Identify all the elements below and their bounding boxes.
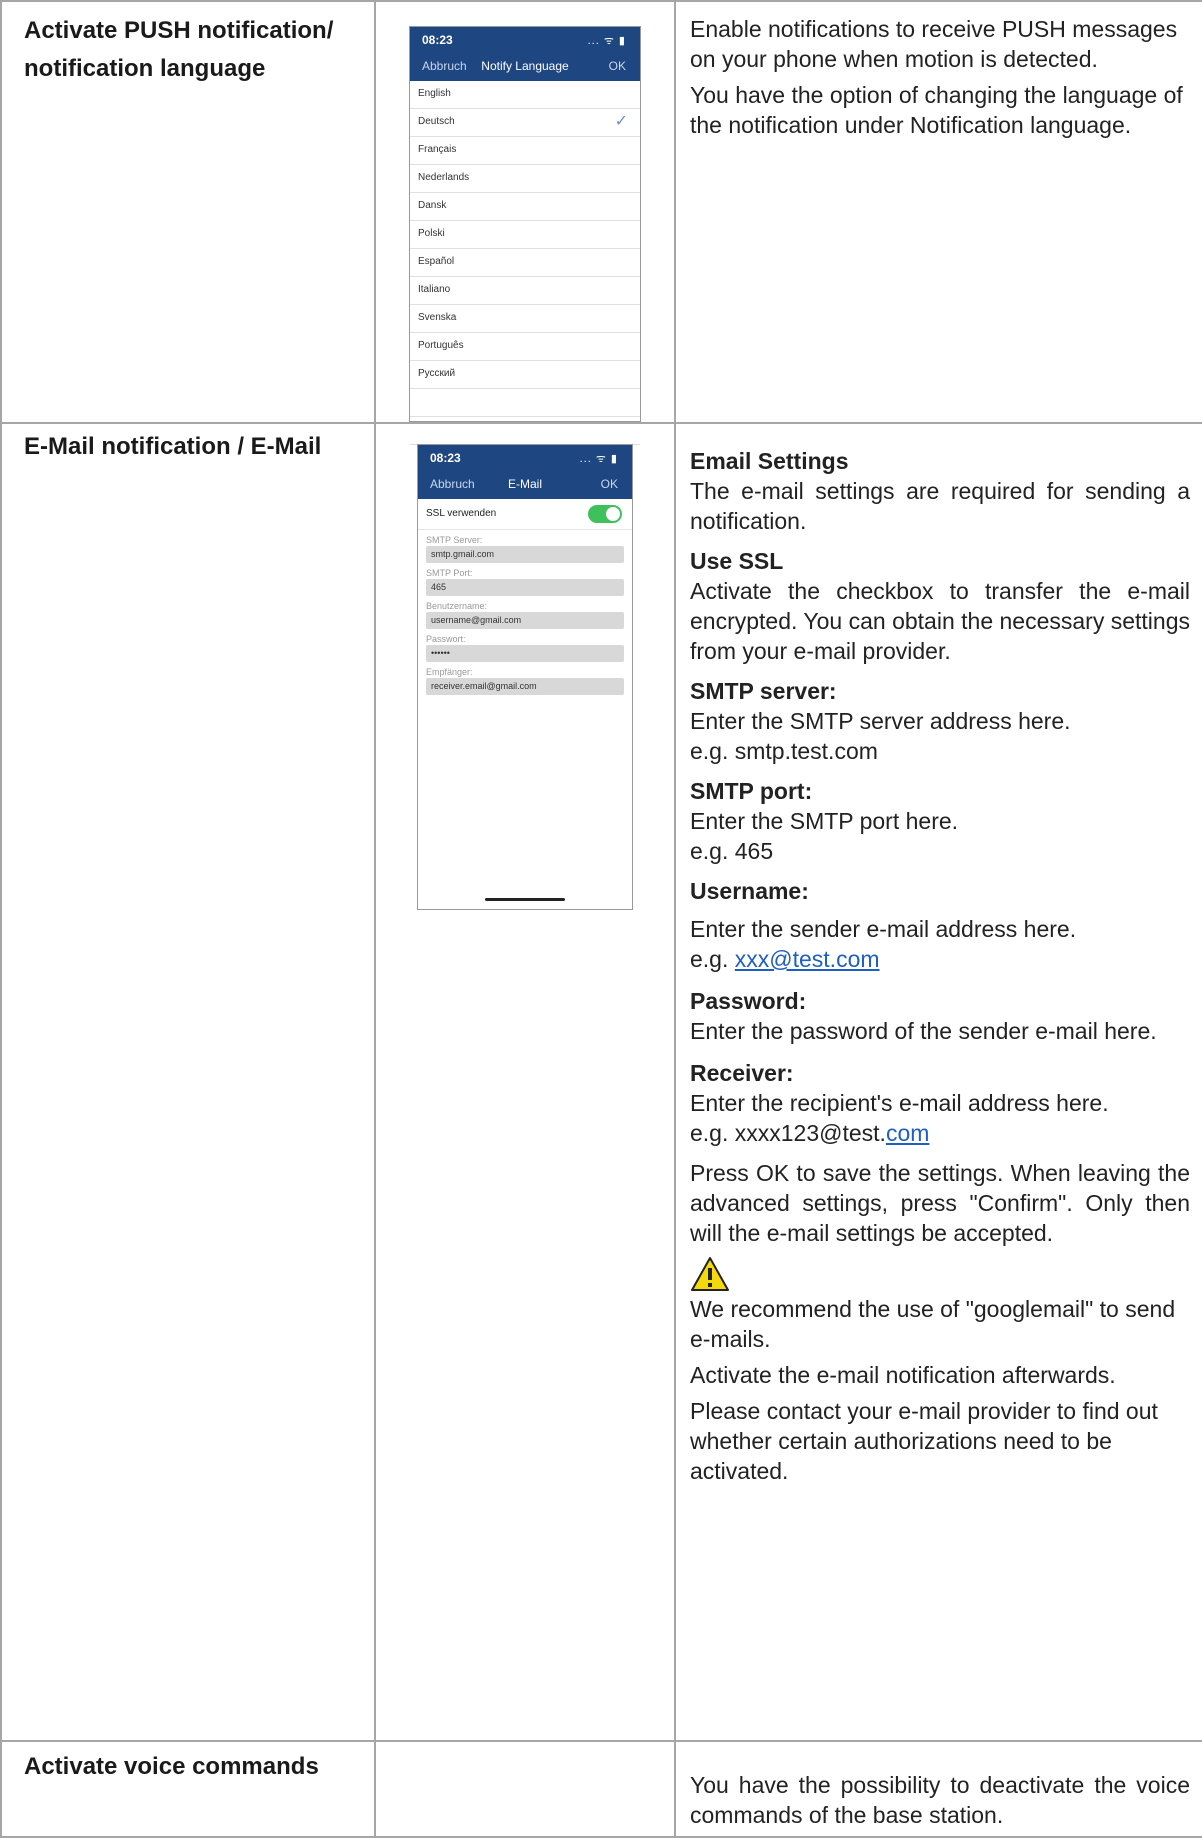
home-indicator: [485, 898, 565, 901]
language-label: Nederlands: [418, 172, 470, 183]
language-item[interactable]: Dansk: [410, 193, 640, 221]
field-label: SMTP Server:: [426, 535, 483, 545]
username-heading: Username:: [690, 878, 809, 904]
language-item[interactable]: English: [410, 81, 640, 109]
ssl-text: Activate the checkbox to transfer the e-…: [690, 578, 1190, 664]
field-input[interactable]: username@gmail.com: [426, 612, 624, 629]
language-label: Português: [418, 340, 464, 351]
phone-screenshot-email: 08:23 ... ᯤ ▮ Abbruch E-Mail OK SSL verw…: [417, 444, 633, 910]
language-list: English Deutsch ✓ Français Nederlands Dansk Po…: [410, 81, 640, 389]
field-label: SMTP Port:: [426, 568, 473, 578]
language-item[interactable]: Polski: [410, 221, 640, 249]
table-row-voice: Activate voice commands You have the pos…: [0, 1740, 1202, 1838]
field-input[interactable]: 465: [426, 579, 624, 596]
language-label: English: [418, 88, 451, 99]
row-label-email: E-Mail notification / E-Mail: [0, 422, 376, 1742]
username-text: Enter the sender e-mail address here.: [690, 916, 1077, 942]
activate-text: Activate the e-mail notification afterwa…: [690, 1362, 1116, 1388]
phone-screenshot-language: 08:23 ... ᯤ ▮ Abbruch Notify Language OK…: [409, 26, 641, 445]
language-label: Español: [418, 256, 455, 267]
voice-desc: You have the possibility to deactivate t…: [690, 1772, 1190, 1828]
smtp-port-example: e.g. 465: [690, 838, 774, 864]
voice-label-text: Activate voice commands: [24, 1753, 319, 1780]
phone-time: 08:23: [430, 451, 461, 465]
ok-button[interactable]: OK: [601, 477, 618, 491]
field-input[interactable]: ••••••: [426, 645, 624, 662]
language-item[interactable]: Deutsch ✓: [410, 109, 640, 137]
username-example-link[interactable]: xxx@test.com: [735, 946, 880, 972]
ssl-label: SSL verwenden: [426, 508, 497, 519]
language-label: Svenska: [418, 312, 457, 323]
description-push: Enable notifications to receive PUSH mes…: [674, 0, 1202, 424]
smtp-port-heading: SMTP port:: [690, 778, 813, 804]
receiver-example-link[interactable]: com: [886, 1120, 929, 1146]
save-text: Press OK to save the settings. When leav…: [690, 1160, 1190, 1246]
language-label: Deutsch: [418, 116, 455, 127]
warning-icon: [691, 1257, 729, 1291]
phone-cell-push: 08:23 ... ᯤ ▮ Abbruch Notify Language OK…: [374, 0, 676, 445]
email-settings-heading: Email Settings: [690, 448, 849, 474]
row-label-voice: Activate voice commands: [0, 1740, 376, 1838]
row-label-push: Activate PUSH notification/ notification…: [0, 0, 376, 424]
description-email: Email Settings The e-mail settings are r…: [674, 422, 1202, 1742]
email-settings-text: The e-mail settings are required for sen…: [690, 478, 1190, 534]
ok-button[interactable]: OK: [609, 59, 626, 73]
ssl-heading: Use SSL: [690, 548, 784, 574]
receiver-example: e.g. xxxx123@test.com: [690, 1118, 1190, 1148]
divider: [410, 417, 640, 445]
ssl-row: SSL verwenden: [418, 499, 632, 530]
push-desc-1: Enable notifications to receive PUSH mes…: [690, 16, 1178, 72]
status-icons: ... ᯤ ▮: [579, 453, 618, 465]
language-label: Dansk: [418, 200, 447, 211]
password-heading: Password:: [690, 988, 807, 1014]
language-label: Русский: [418, 368, 456, 379]
checkmark-icon: ✓: [614, 113, 628, 130]
receiver-text: Enter the recipient's e-mail address her…: [690, 1090, 1109, 1116]
status-icons: ... ᯤ ▮: [587, 35, 626, 47]
push-label-text: Activate PUSH notification/ notification…: [24, 17, 334, 82]
smtp-server-example: e.g. smtp.test.com: [690, 738, 878, 764]
language-label: Français: [418, 144, 457, 155]
receiver-example-prefix: e.g. xxxx123@test.: [690, 1120, 886, 1146]
field-label: Passwort:: [426, 634, 466, 644]
language-label: Italiano: [418, 284, 451, 295]
smtp-server-heading: SMTP server:: [690, 678, 837, 704]
divider: [410, 389, 640, 417]
language-label: Polski: [418, 228, 445, 239]
field-label: Empfänger:: [426, 667, 473, 677]
screen-title: Notify Language: [481, 59, 569, 73]
language-item[interactable]: Français: [410, 137, 640, 165]
description-voice: You have the possibility to deactivate t…: [674, 1740, 1202, 1838]
settings-table: Activate PUSH notification/ notification…: [0, 0, 1202, 1838]
phone-time: 08:23: [422, 33, 453, 47]
field-input[interactable]: smtp.gmail.com: [426, 546, 624, 563]
language-item[interactable]: Русский: [410, 361, 640, 389]
recommend-text: We recommend the use of "googlemail" to …: [690, 1296, 1176, 1352]
password-text: Enter the password of the sender e-mail …: [690, 1018, 1157, 1044]
language-item[interactable]: Português: [410, 333, 640, 361]
smtp-port-text: Enter the SMTP port here.: [690, 808, 959, 834]
language-item[interactable]: Italiano: [410, 277, 640, 305]
language-item[interactable]: Svenska: [410, 305, 640, 333]
username-example: e.g. xxx@test.com: [690, 944, 1190, 974]
language-item[interactable]: Español: [410, 249, 640, 277]
phone-cell-email: 08:23 ... ᯤ ▮ Abbruch E-Mail OK SSL verw…: [374, 422, 676, 1742]
smtp-server-text: Enter the SMTP server address here.: [690, 708, 1071, 734]
username-example-prefix: e.g.: [690, 946, 735, 972]
table-row-push: Activate PUSH notification/ notification…: [0, 0, 1202, 445]
contact-text: Please contact your e-mail provider to f…: [690, 1398, 1158, 1484]
field-input[interactable]: receiver.email@gmail.com: [426, 678, 624, 695]
receiver-heading: Receiver:: [690, 1060, 794, 1086]
phone-header: 08:23 ... ᯤ ▮ Abbruch Notify Language OK: [410, 27, 640, 81]
phone-header: 08:23 ... ᯤ ▮ Abbruch E-Mail OK: [418, 445, 632, 499]
table-row-email: E-Mail notification / E-Mail 08:23 ... ᯤ…: [0, 422, 1202, 1742]
ssl-toggle[interactable]: [588, 505, 622, 523]
email-label-text: E-Mail notification / E-Mail: [24, 433, 322, 460]
field-label: Benutzername:: [426, 601, 488, 611]
email-form: SMTP Server: smtp.gmail.com SMTP Port: 465 B…: [418, 530, 632, 695]
push-desc-2: You have the option of changing the lang…: [690, 82, 1183, 138]
empty-cell-voice: [374, 1740, 676, 1838]
language-item[interactable]: Nederlands: [410, 165, 640, 193]
